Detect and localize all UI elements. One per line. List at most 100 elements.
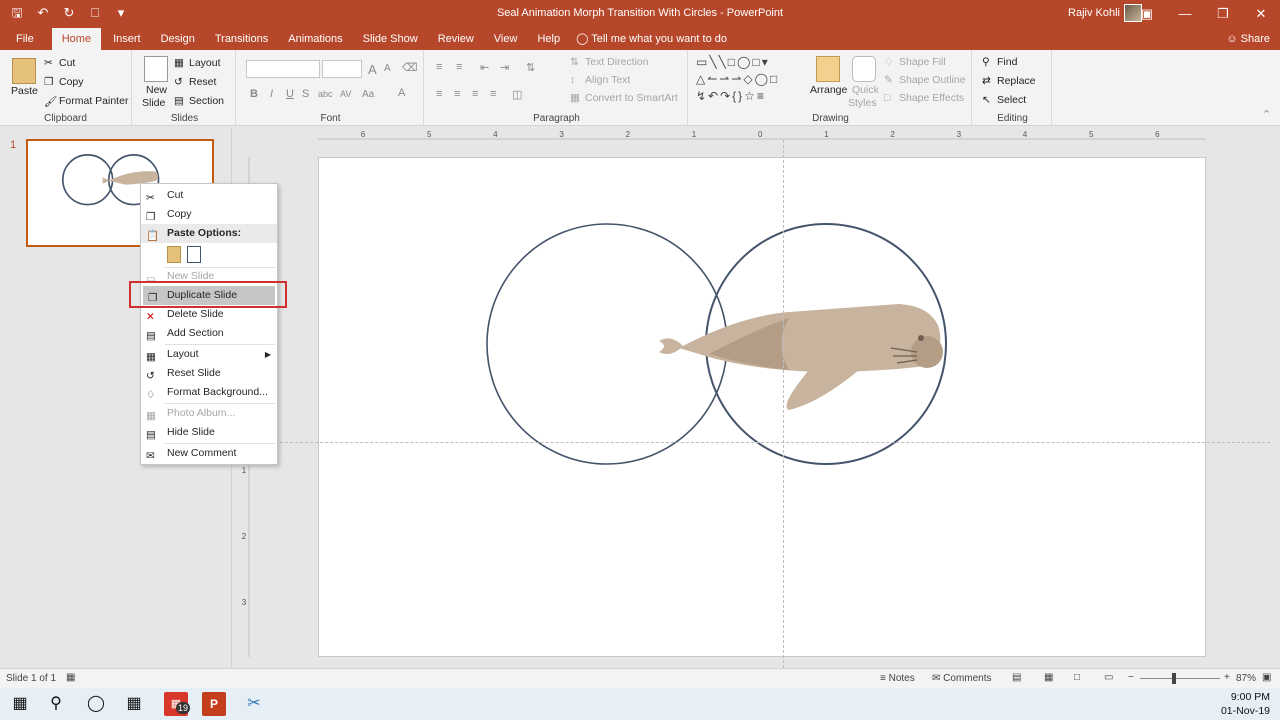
shapes-gallery[interactable]: ▭╲╲□◯□▾ △↼⇀⇀◇◯□ ↯↶↷{}☆≡ <box>696 54 796 105</box>
task-view-icon[interactable]: ▦ <box>122 692 146 716</box>
paste-button[interactable]: Paste <box>11 85 38 97</box>
decrease-indent-icon[interactable]: ⇤ <box>480 61 489 74</box>
shrink-font-button[interactable]: A <box>384 63 391 74</box>
tab-file[interactable]: File <box>0 28 50 50</box>
notes-button[interactable]: ≡ Notes <box>880 673 915 684</box>
new-slide-label-1[interactable]: New <box>146 84 167 96</box>
copy-button[interactable]: ❐ Copy <box>44 76 84 88</box>
align-left-icon[interactable]: ≡ <box>436 88 442 100</box>
tab-help[interactable]: Help <box>527 28 570 50</box>
horizontal-guide[interactable] <box>250 442 1270 443</box>
collapse-ribbon-icon[interactable]: ⌃ <box>1262 108 1271 121</box>
format-painter-button[interactable]: 🖌 Format Painter <box>44 95 128 108</box>
shape-fill-button[interactable]: ♢ Shape Fill <box>884 56 946 68</box>
menu-item-format-background[interactable]: ♢ Format Background... <box>141 383 277 402</box>
windows-start-icon[interactable]: ▦ <box>8 692 32 716</box>
smartart-button[interactable]: ▦ Convert to SmartArt <box>570 92 678 104</box>
vertical-guide[interactable] <box>783 140 784 668</box>
menu-item-new-comment[interactable]: ✉ New Comment <box>141 444 277 463</box>
zoom-in-icon[interactable]: + <box>1224 672 1230 683</box>
paste-option-keep-formatting[interactable] <box>167 246 181 263</box>
increase-indent-icon[interactable]: ⇥ <box>500 61 509 74</box>
replace-button[interactable]: ⇄ Replace <box>982 75 1036 87</box>
comments-button[interactable]: ✉ Comments <box>932 673 992 684</box>
tab-review[interactable]: Review <box>428 28 484 50</box>
grow-font-button[interactable]: A <box>368 62 377 77</box>
underline-button[interactable]: U <box>286 88 294 100</box>
spellcheck-icon[interactable]: ▦ <box>66 672 75 683</box>
font-name-dropdown[interactable] <box>246 60 320 78</box>
clear-format-button[interactable]: ⌫ <box>402 61 418 74</box>
seal-graphic[interactable] <box>659 304 943 410</box>
menu-item-reset-slide[interactable]: ↺ Reset Slide <box>141 364 277 383</box>
reading-view-icon[interactable]: □ <box>1074 672 1080 683</box>
menu-item-add-section[interactable]: ▤ Add Section <box>141 324 277 343</box>
zoom-out-icon[interactable]: − <box>1128 672 1134 683</box>
tab-slide-show[interactable]: Slide Show <box>353 28 428 50</box>
fit-slide-icon[interactable]: ▣ <box>1262 672 1271 683</box>
reset-button[interactable]: ↺ Reset <box>174 76 216 88</box>
powerpoint-app-icon[interactable]: P <box>202 692 226 716</box>
menu-item-layout[interactable]: ▦ Layout ▶ <box>141 345 277 364</box>
tab-transitions[interactable]: Transitions <box>205 28 278 50</box>
pdf-app-icon[interactable]: ▦ 19 <box>164 692 191 716</box>
font-color-button[interactable]: A <box>398 87 405 99</box>
case-button[interactable]: Aa <box>362 89 374 100</box>
menu-item-photo-album[interactable]: ▦ Photo Album... <box>141 404 277 423</box>
minimize-icon[interactable]: — <box>1166 0 1204 28</box>
section-button[interactable]: ▤ Section <box>174 95 224 107</box>
strike-button[interactable]: S <box>302 88 309 100</box>
arrange-button[interactable]: Arrange <box>810 84 847 96</box>
shape-effects-button[interactable]: □ Shape Effects <box>884 92 964 104</box>
quick-styles-icon[interactable] <box>852 56 876 82</box>
slide-sorter-icon[interactable]: ▦ <box>1044 672 1053 683</box>
align-center-icon[interactable]: ≡ <box>454 88 460 100</box>
system-clock[interactable]: 9:00 PM 01-Nov-19 <box>1221 690 1270 718</box>
menu-item-cut[interactable]: ✂ Cut <box>141 186 277 205</box>
quick-styles-label-2[interactable]: Styles <box>848 97 877 109</box>
close-icon[interactable]: ✕ <box>1242 0 1280 28</box>
arrange-icon[interactable] <box>816 56 840 82</box>
shape-outline-button[interactable]: ✎ Shape Outline <box>884 74 966 86</box>
justify-icon[interactable]: ≡ <box>490 88 496 100</box>
zoom-level[interactable]: 87% <box>1236 673 1256 684</box>
slide-canvas[interactable] <box>318 157 1206 657</box>
columns-icon[interactable]: ◫ <box>512 88 522 101</box>
align-text-button[interactable]: ↕ Align Text <box>570 74 630 86</box>
align-right-icon[interactable]: ≡ <box>472 88 478 100</box>
find-button[interactable]: ⚲ Find <box>982 56 1017 68</box>
line-spacing-icon[interactable]: ⇅ <box>526 61 535 74</box>
numbering-icon[interactable]: ≡ <box>456 61 462 73</box>
paste-option-picture[interactable] <box>187 246 201 263</box>
font-size-dropdown[interactable] <box>322 60 362 78</box>
spacing-button[interactable]: AV <box>340 89 351 99</box>
tab-design[interactable]: Design <box>151 28 205 50</box>
italic-button[interactable]: I <box>270 88 273 100</box>
select-button[interactable]: ↖ Select <box>982 94 1026 106</box>
restore-icon[interactable]: ❐ <box>1204 0 1242 28</box>
normal-view-icon[interactable]: ▤ <box>1012 672 1021 683</box>
text-direction-button[interactable]: ⇅ Text Direction <box>570 56 649 68</box>
tab-home[interactable]: Home <box>51 28 102 50</box>
new-slide-label-2[interactable]: Slide <box>142 97 165 109</box>
menu-item-hide-slide[interactable]: ▤ Hide Slide <box>141 423 277 442</box>
ribbon-display-icon[interactable]: ▣ <box>1128 0 1166 28</box>
tab-view[interactable]: View <box>484 28 528 50</box>
tab-animations[interactable]: Animations <box>278 28 352 50</box>
menu-item-copy[interactable]: ❐ Copy <box>141 205 277 224</box>
cut-button[interactable]: ✂ Cut <box>44 57 75 69</box>
layout-button[interactable]: ▦ Layout <box>174 57 221 69</box>
quick-styles-label-1[interactable]: Quick <box>852 84 879 96</box>
cortana-icon[interactable]: ◯ <box>84 692 108 716</box>
tell-me-box[interactable]: ◯ Tell me what you want to do <box>576 28 727 50</box>
shadow-button[interactable]: abc <box>318 89 333 99</box>
tab-insert[interactable]: Insert <box>103 28 151 50</box>
paste-icon[interactable] <box>12 58 36 84</box>
user-name[interactable]: Rajiv Kohli <box>1068 7 1120 19</box>
share-button[interactable]: ☺ Share <box>1226 28 1270 50</box>
slide-show-icon[interactable]: ▭ <box>1104 672 1113 683</box>
search-icon[interactable]: ⚲ <box>44 692 68 716</box>
zoom-slider[interactable] <box>1140 678 1220 679</box>
bullets-icon[interactable]: ≡ <box>436 61 442 73</box>
zoom-slider-thumb[interactable] <box>1172 673 1176 684</box>
